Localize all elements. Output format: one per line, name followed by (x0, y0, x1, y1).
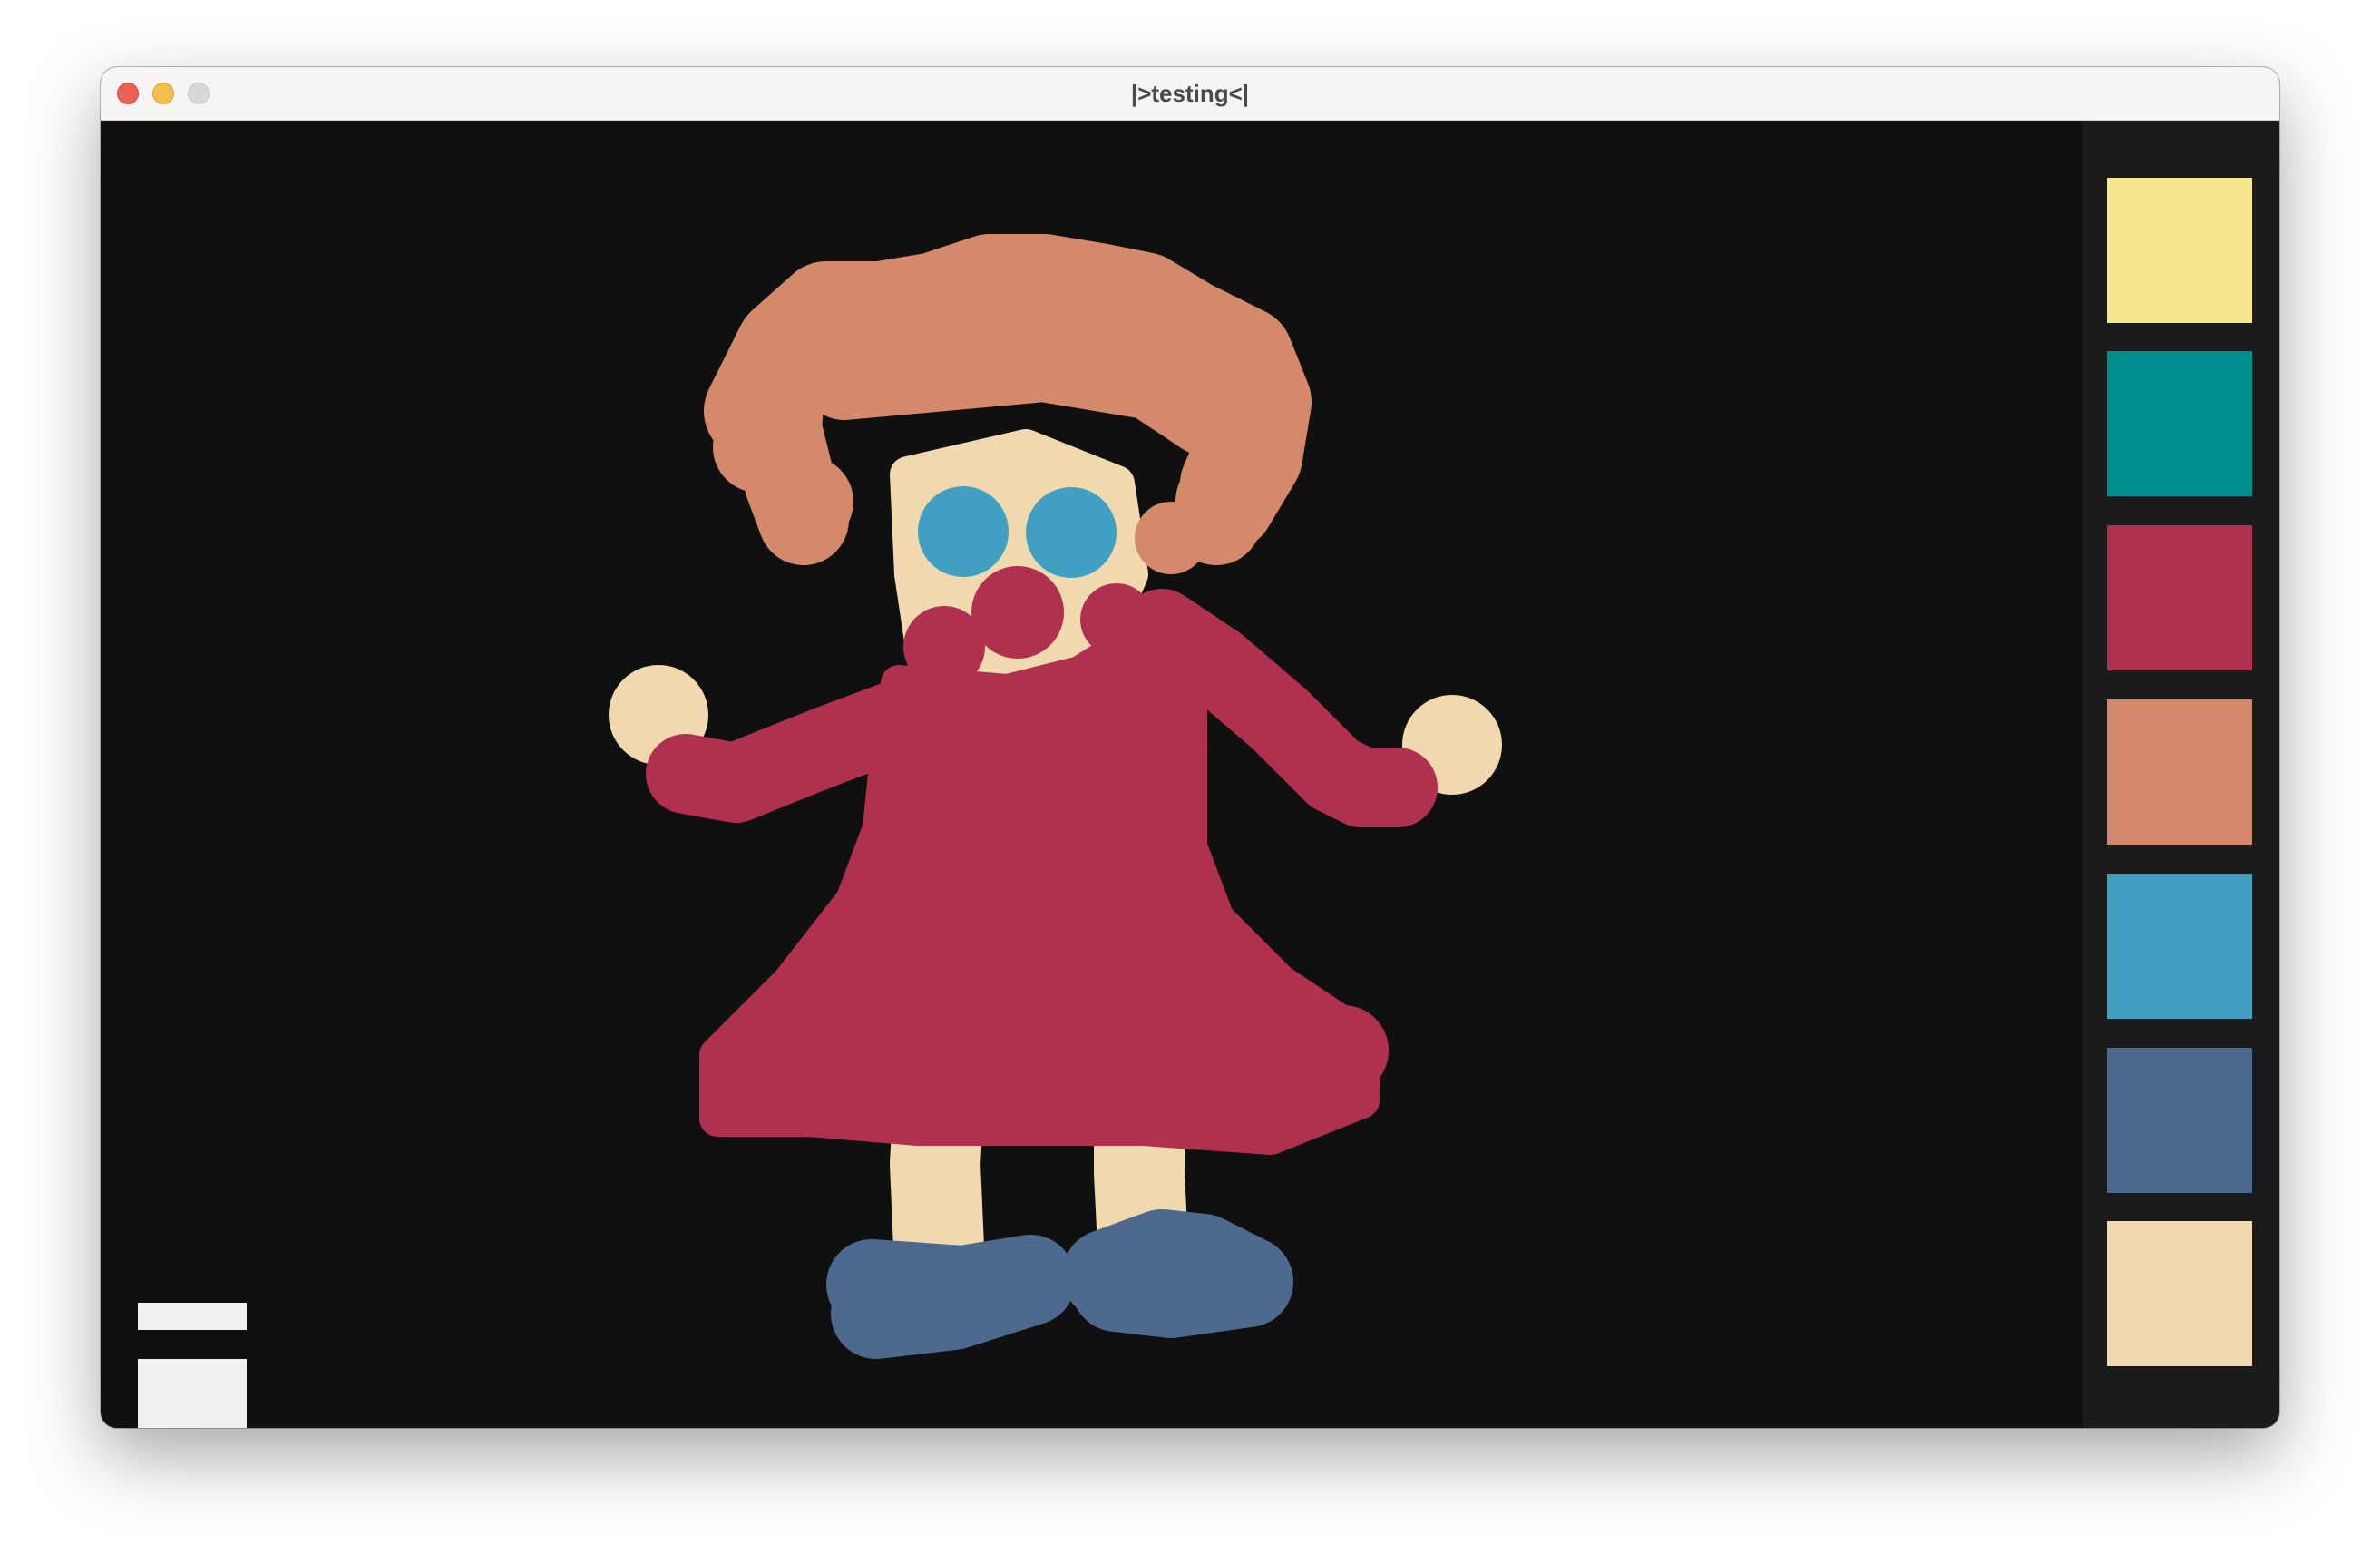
brush-size-small-button[interactable] (138, 1303, 247, 1330)
nose (971, 566, 1064, 659)
window-title: |>testing<| (1130, 80, 1250, 107)
drawing-svg (609, 234, 1502, 1359)
hair-fill-stroke (799, 311, 1253, 456)
title-bar[interactable]: |>testing<| (101, 67, 2279, 121)
brush-size-large-button[interactable] (138, 1359, 247, 1428)
right-shoe-stroke (1062, 1209, 1293, 1338)
dress-lump (722, 1023, 822, 1123)
swatch-terracotta[interactable] (2107, 699, 2252, 845)
swatch-sky-blue[interactable] (2107, 874, 2252, 1019)
dress-lump (1298, 1005, 1389, 1096)
drawing-canvas[interactable] (101, 121, 2083, 1428)
dress-lump (1080, 583, 1153, 656)
hair-curl (1135, 502, 1207, 574)
swatch-teal[interactable] (2107, 351, 2252, 496)
left-eye (918, 486, 1009, 577)
hair-curl (763, 456, 853, 547)
dress-lump (1244, 1064, 1316, 1137)
left-shoe-stroke (826, 1235, 1076, 1359)
left-sleeve-stroke (646, 679, 939, 823)
app-window: |>testing<| (101, 67, 2279, 1428)
swatch-yellow[interactable] (2107, 178, 2252, 323)
swatch-cream[interactable] (2107, 1221, 2252, 1366)
swatch-slate-blue[interactable] (2107, 1048, 2252, 1193)
hair-curl (1194, 357, 1275, 438)
right-eye (1026, 487, 1117, 578)
color-palette (2083, 121, 2279, 1428)
swatch-crimson[interactable] (2107, 525, 2252, 670)
